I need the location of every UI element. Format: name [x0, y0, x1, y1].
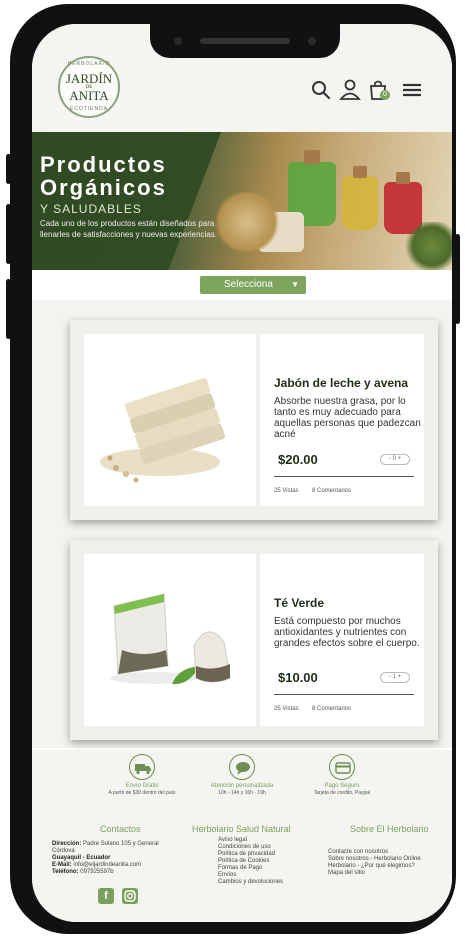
power-button: [455, 234, 460, 324]
comments-count[interactable]: 8 Comentarios: [312, 706, 351, 712]
logo-bottom-text: ECOTIENDA: [69, 106, 109, 112]
product-price: $10.00: [278, 670, 318, 685]
views-count: 25 Vistas: [274, 488, 299, 494]
logo-line1: JARDÍN: [65, 70, 113, 86]
product-name[interactable]: Té Verde: [274, 596, 324, 610]
footer-link[interactable]: Aviso legal: [218, 837, 312, 844]
sensor: [174, 37, 182, 45]
footer-link[interactable]: Mapa del sitio: [328, 870, 446, 877]
footer-link[interactable]: Condiciones de uso: [218, 844, 312, 851]
bottle-cork: [353, 166, 367, 178]
footer-link[interactable]: Cambios y devoluciones: [218, 879, 312, 886]
feature-subtitle: Tarjeta de credito, Paypal: [313, 790, 371, 796]
notch: [150, 24, 340, 58]
oil-bottle-yellow: [342, 176, 378, 230]
phone-value: 097925597b: [80, 869, 114, 875]
bottle-cork: [304, 150, 320, 164]
hero-description: Cada uno de los productos están diseñado…: [40, 219, 217, 239]
contact-city: Guayaquil - Ecuador: [52, 855, 182, 862]
footer-link[interactable]: Herbolario - ¿Por qué elegimos?: [328, 863, 446, 870]
tea-bags-image: [110, 593, 231, 685]
user-icon[interactable]: [338, 78, 362, 102]
speaker: [200, 38, 290, 44]
features-strip: Envío Gratis A partir de $30 dentro del …: [32, 750, 452, 810]
email-label: E-Mail:: [52, 862, 72, 868]
herbs: [402, 222, 452, 270]
logo[interactable]: HERBOLARIO JARDÍN DE ANITA ECOTIENDA: [58, 56, 120, 118]
search-icon[interactable]: [309, 78, 333, 102]
cart-count-badge: 0: [380, 90, 390, 100]
product-price: $20.00: [278, 452, 318, 467]
category-select[interactable]: Selecciona ▼: [200, 276, 306, 294]
footer-heading: Sobre El Herbolario: [350, 824, 429, 834]
contact-phone: Teléfono: 097925597b: [52, 869, 182, 876]
chevron-down-icon: ▼: [291, 280, 299, 289]
hero-banner: Productos Orgánicos Y SALUDABLES Cada un…: [32, 132, 452, 270]
product-info: Té Verde Está compuesto por muchos antio…: [260, 554, 424, 726]
footer-heading: Contactos: [100, 824, 141, 834]
footer-link[interactable]: Formas de Pago: [218, 865, 312, 872]
contact-email: E-Mail: info@eljardindeanita.com: [52, 862, 182, 869]
hero-title-line2: Orgánicos: [40, 175, 167, 200]
card-icon: [329, 754, 355, 780]
footer-links: Contacte con nosotros Sobre nosotros - H…: [328, 841, 446, 877]
chat-icon: [229, 754, 255, 780]
footer-sobre: Sobre El Herbolario Contacte con nosotro…: [328, 824, 446, 877]
product-description: Absorbe nuestra grasa, por lo tanto es m…: [274, 396, 421, 440]
bottle-cork: [396, 172, 410, 184]
front-camera: [308, 37, 316, 45]
footer-link[interactable]: Contacte con nosotros: [328, 849, 446, 856]
divider: [274, 476, 414, 477]
mute-switch: [6, 154, 11, 184]
phone-screen: HERBOLARIO JARDÍN DE ANITA ECOTIENDA 0 P…: [32, 24, 452, 922]
quantity-stepper[interactable]: - 1 +: [380, 672, 410, 683]
city-value: Guayaquil - Ecuador: [52, 855, 111, 861]
email-link[interactable]: info@eljardindeanita.com: [73, 862, 141, 868]
product-image[interactable]: [84, 334, 256, 506]
address-label: Dirección:: [52, 841, 82, 847]
footer-herbolario: Herbolario Salud Natural Aviso legal Con…: [192, 824, 312, 886]
phone-label: Teléfono:: [52, 869, 79, 875]
footer-links: Aviso legal Condiciones de uso Política …: [192, 837, 312, 886]
product-name[interactable]: Jabón de leche y avena: [274, 376, 408, 390]
product-info: Jabón de leche y avena Absorbe nuestra g…: [260, 334, 424, 506]
phone-frame: HERBOLARIO JARDÍN DE ANITA ECOTIENDA 0 P…: [6, 4, 460, 934]
product-image[interactable]: [84, 554, 256, 726]
volume-down-button: [6, 279, 11, 339]
site-footer: Contactos Dirección: Padre Solano 105 y …: [32, 810, 452, 922]
views-count: 25 Vistas: [274, 706, 299, 712]
footer-link[interactable]: Política de privacidad: [218, 851, 312, 858]
volume-up-button: [6, 204, 11, 264]
product-card[interactable]: Té Verde Está compuesto por muchos antio…: [70, 540, 438, 740]
select-label: Selecciona: [224, 279, 273, 290]
footer-link[interactable]: Envíos: [218, 872, 312, 879]
contact-address: Dirección: Padre Solano 105 y General Có…: [52, 841, 182, 855]
logo-line3: ANITA: [69, 87, 109, 103]
menu-icon[interactable]: [400, 78, 424, 102]
footer-link[interactable]: Sobre nosotros - Herbolario Online: [328, 856, 446, 863]
quantity-stepper[interactable]: - 0 +: [380, 454, 410, 465]
hero-subtitle: Y SALUDABLES: [40, 202, 142, 216]
facebook-icon[interactable]: f: [98, 888, 114, 904]
truck-icon: [129, 754, 155, 780]
feature-title: Pago Seguro: [324, 783, 360, 789]
product-description: Está compuesto por muchos antioxidantes …: [274, 616, 420, 649]
footer-link[interactable]: Política de Cookies: [218, 858, 312, 865]
footer-contacts: Contactos Dirección: Padre Solano 105 y …: [52, 824, 182, 876]
product-card[interactable]: Jabón de leche y avena Absorbe nuestra g…: [70, 320, 438, 520]
soap-bars-image: [100, 378, 226, 483]
divider: [274, 694, 414, 695]
instagram-icon[interactable]: [122, 888, 138, 904]
comments-count[interactable]: 8 Comentarios: [312, 488, 351, 494]
feature-secure-payment: Pago Seguro Tarjeta de credito, Paypal: [282, 754, 402, 796]
logo-top-text: HERBOLARIO: [67, 61, 111, 67]
cart-button[interactable]: 0: [366, 78, 390, 102]
footer-heading: Herbolario Salud Natural: [192, 824, 291, 834]
